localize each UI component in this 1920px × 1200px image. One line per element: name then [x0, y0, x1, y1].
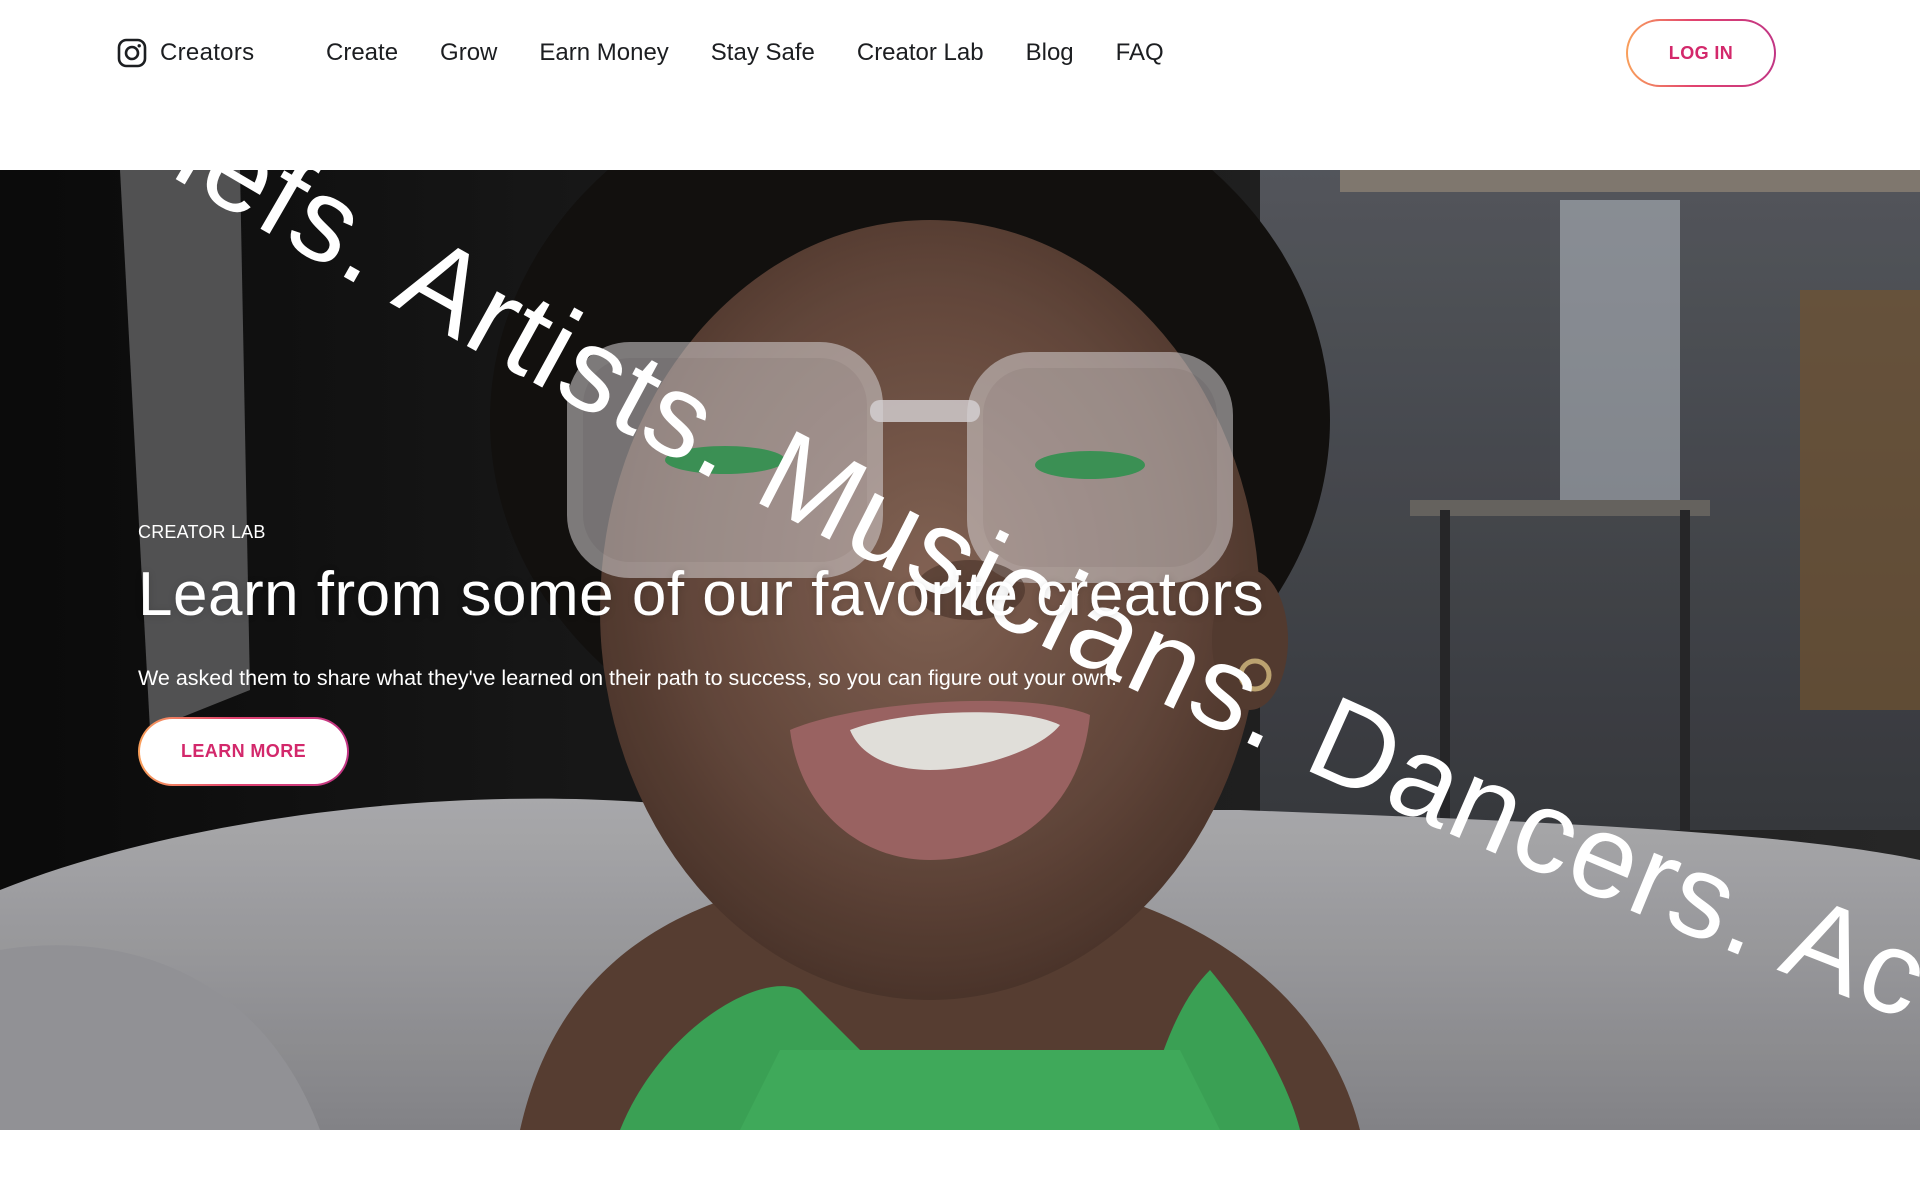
login-button-label: LOG IN [1628, 21, 1774, 85]
brand-label: Creators [160, 39, 255, 66]
nav-item-creator-lab[interactable]: Creator Lab [857, 36, 984, 70]
hero-title: Learn from some of our favorite creators [138, 560, 1265, 629]
nav-item-blog[interactable]: Blog [1026, 36, 1074, 70]
learn-more-button[interactable]: LEARN MORE [138, 717, 349, 786]
hero-subtitle: We asked them to share what they've lear… [138, 666, 1117, 690]
login-button[interactable]: LOG IN [1626, 19, 1776, 87]
page-bottom [0, 1130, 1920, 1200]
learn-more-label: LEARN MORE [140, 719, 347, 784]
instagram-icon [117, 38, 147, 68]
main-nav: Create Grow Earn Money Stay Safe Creator… [326, 36, 1164, 70]
hero-eyebrow: CREATOR LAB [138, 522, 266, 542]
nav-item-grow[interactable]: Grow [440, 36, 497, 70]
hero-content: CREATOR LAB Learn from some of our favor… [138, 522, 1438, 693]
hero-section: Chefs. Artists. Musicians. Dancers. Acto… [0, 170, 1920, 1130]
nav-item-faq[interactable]: FAQ [1116, 36, 1164, 70]
site-header: Creators Create Grow Earn Money Stay Saf… [0, 0, 1920, 170]
nav-item-stay-safe[interactable]: Stay Safe [711, 36, 815, 70]
brand-link[interactable]: Creators [116, 37, 254, 69]
nav-item-earn-money[interactable]: Earn Money [539, 36, 668, 70]
nav-item-create[interactable]: Create [326, 36, 398, 70]
